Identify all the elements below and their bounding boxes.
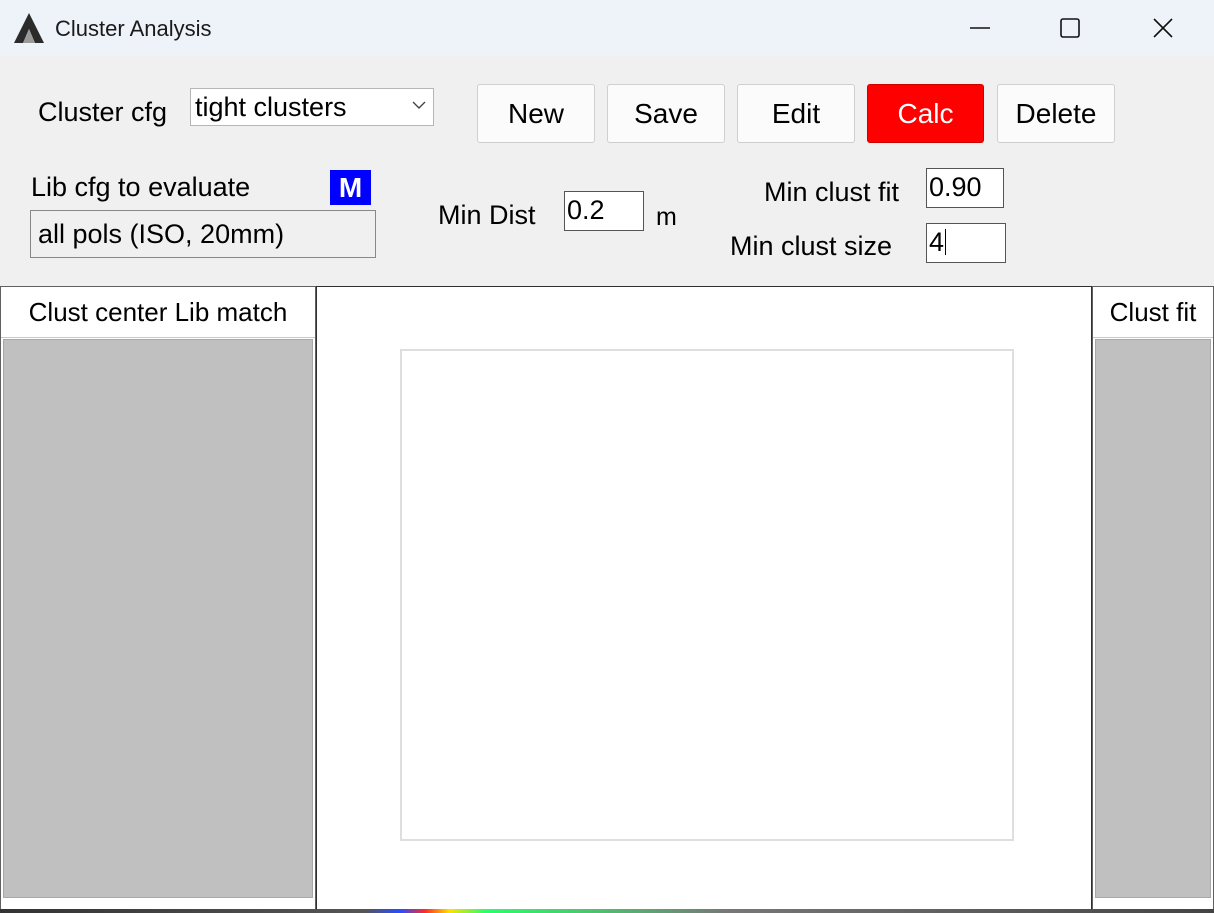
min-dist-label: Min Dist xyxy=(438,200,536,230)
background-strip xyxy=(0,909,1214,913)
min-clust-fit-input[interactable]: 0.90 xyxy=(926,168,1004,208)
lib-cfg-value: all pols (ISO, 20mm) xyxy=(38,219,285,249)
maximize-icon xyxy=(1060,18,1080,38)
lib-cfg-display: all pols (ISO, 20mm) xyxy=(30,210,376,258)
save-button[interactable]: Save xyxy=(607,84,725,143)
text-caret xyxy=(945,229,947,255)
cluster-center-list-panel: Clust center Lib match xyxy=(0,286,316,913)
minimize-button[interactable] xyxy=(957,6,1003,50)
min-clust-size-value: 4 xyxy=(929,227,945,257)
column-header-clust-center[interactable]: Clust center Lib match xyxy=(1,287,315,338)
cluster-center-list[interactable] xyxy=(3,339,313,898)
edit-button[interactable]: Edit xyxy=(737,84,855,143)
cluster-cfg-select[interactable]: tight clusters xyxy=(190,88,434,126)
m-button[interactable]: M xyxy=(330,170,371,205)
plot-area[interactable] xyxy=(400,349,1014,841)
min-clust-size-input[interactable]: 4 xyxy=(926,223,1006,263)
min-dist-input[interactable]: 0.2 xyxy=(564,191,644,231)
new-button[interactable]: New xyxy=(477,84,595,143)
min-clust-size-label: Min clust size xyxy=(730,231,893,261)
cluster-fit-list-panel: Clust fit xyxy=(1092,286,1214,913)
delete-button[interactable]: Delete xyxy=(997,84,1115,143)
min-clust-fit-value: 0.90 xyxy=(929,172,982,202)
min-clust-size-text: 4 xyxy=(929,227,947,258)
calc-button[interactable]: Calc xyxy=(867,84,984,143)
minimize-icon xyxy=(970,27,990,29)
min-dist-unit: m xyxy=(656,203,677,231)
close-icon xyxy=(1153,18,1173,38)
app-logo-icon xyxy=(14,13,44,43)
cluster-cfg-value: tight clusters xyxy=(195,92,347,122)
chevron-down-icon xyxy=(412,101,426,109)
cluster-fit-list[interactable] xyxy=(1095,339,1211,898)
maximize-button[interactable] xyxy=(1047,6,1093,50)
close-button[interactable] xyxy=(1140,6,1186,50)
cluster-cfg-label: Cluster cfg xyxy=(38,97,168,127)
min-dist-value: 0.2 xyxy=(567,195,605,225)
title-bar[interactable]: Cluster Analysis xyxy=(0,0,1214,56)
window-title: Cluster Analysis xyxy=(55,16,212,41)
min-clust-fit-label: Min clust fit xyxy=(764,177,900,207)
lib-cfg-label: Lib cfg to evaluate xyxy=(31,172,251,202)
column-header-clust-fit[interactable]: Clust fit xyxy=(1093,287,1213,338)
plot-panel xyxy=(316,286,1092,911)
